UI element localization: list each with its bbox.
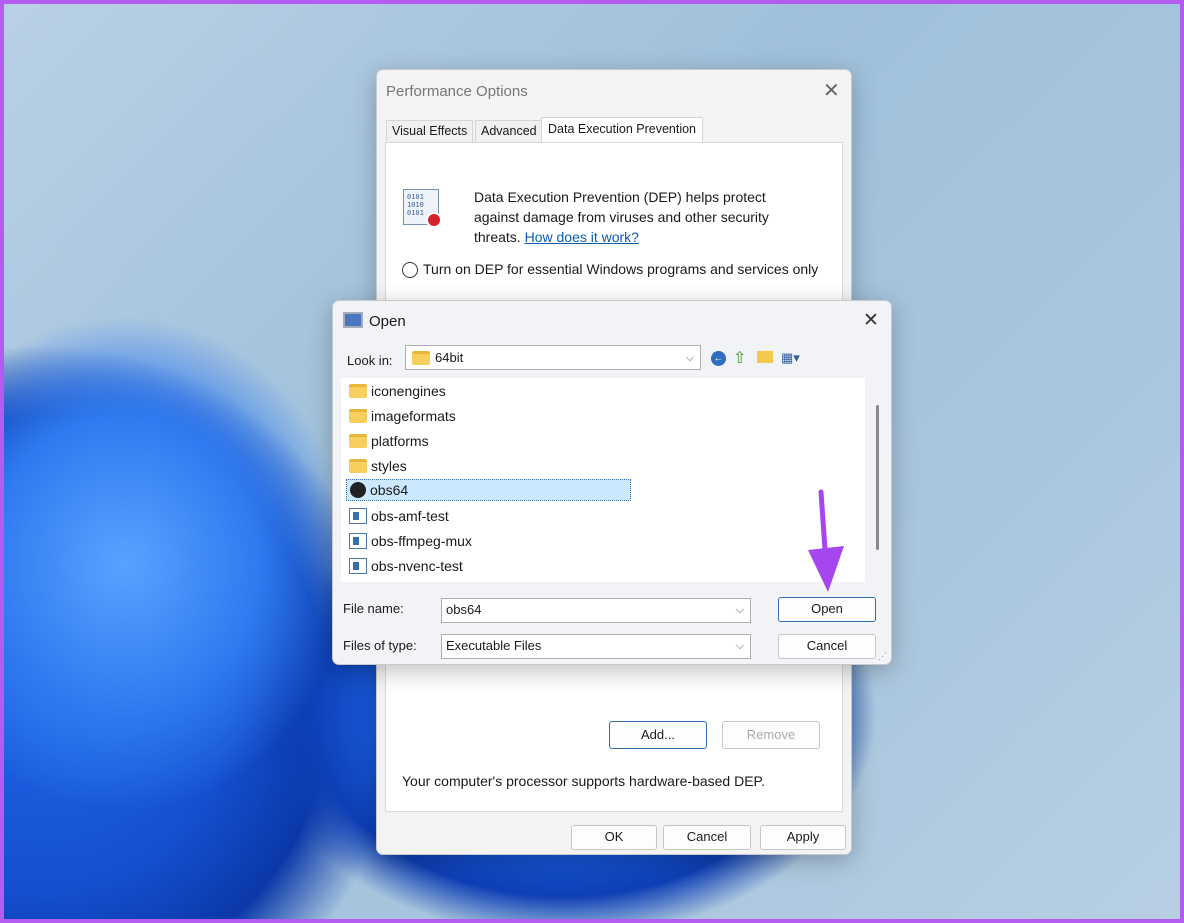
- list-item[interactable]: iconengines: [349, 380, 452, 402]
- list-item-selected[interactable]: obs64: [346, 479, 631, 501]
- dep-description: Data Execution Prevention (DEP) helps pr…: [474, 189, 769, 245]
- folder-icon: [412, 350, 430, 365]
- computer-icon: [343, 312, 363, 328]
- up-folder-icon[interactable]: ⇧: [733, 348, 746, 368]
- look-in-label: Look in:: [347, 353, 393, 368]
- obs-icon: [350, 482, 366, 498]
- chevron-down-icon: ⌵: [685, 352, 694, 364]
- list-item[interactable]: styles: [349, 455, 413, 477]
- back-icon[interactable]: ←: [711, 351, 726, 366]
- window-title: Performance Options: [386, 83, 528, 100]
- list-item[interactable]: obs-nvenc-test: [349, 555, 469, 577]
- look-in-dropdown[interactable]: 64bit ⌵: [405, 345, 701, 370]
- list-item[interactable]: platforms: [349, 430, 435, 452]
- list-item[interactable]: obs-ffmpeg-mux: [349, 530, 478, 552]
- view-menu-icon[interactable]: ▦▾: [781, 350, 800, 366]
- arrow-head: [808, 546, 844, 592]
- cancel-button[interactable]: Cancel: [663, 825, 751, 850]
- chevron-down-icon: ⌵: [735, 640, 744, 652]
- executable-icon: [349, 508, 367, 524]
- folder-icon: [349, 459, 367, 473]
- cancel-button[interactable]: Cancel: [778, 634, 876, 659]
- scrollbar-thumb[interactable]: [876, 405, 879, 550]
- close-icon[interactable]: ✕: [863, 309, 879, 332]
- list-item[interactable]: imageformats: [349, 405, 462, 427]
- executable-icon: [349, 558, 367, 574]
- tab-data-execution-prevention[interactable]: Data Execution Prevention: [541, 117, 704, 143]
- ok-button[interactable]: OK: [571, 825, 657, 850]
- dialog-title: Open: [369, 313, 406, 330]
- chevron-down-icon: ⌵: [735, 604, 744, 616]
- dep-icon: 0101 1010 0101: [403, 189, 442, 228]
- close-icon[interactable]: ✕: [823, 78, 840, 103]
- file-list: iconengines imageformats platforms style…: [341, 378, 865, 582]
- tab-advanced[interactable]: Advanced: [475, 120, 543, 142]
- open-button[interactable]: Open: [778, 597, 876, 622]
- file-type-label: Files of type:: [343, 638, 417, 653]
- open-dialog: Open ✕ Look in: 64bit ⌵ ← ⇧ ▦▾ iconengine…: [332, 300, 892, 665]
- dep-essential-radio[interactable]: [402, 262, 418, 278]
- folder-icon: [349, 409, 367, 423]
- tab-visual-effects[interactable]: Visual Effects: [386, 120, 474, 142]
- folder-icon: [349, 384, 367, 398]
- remove-button[interactable]: Remove: [722, 721, 820, 749]
- folder-icon: [349, 434, 367, 448]
- file-name-label: File name:: [343, 601, 404, 616]
- add-button[interactable]: Add...: [609, 721, 707, 749]
- annotation-arrow: [808, 489, 844, 592]
- list-item[interactable]: obs-amf-test: [349, 505, 455, 527]
- executable-icon: [349, 533, 367, 549]
- file-name-input[interactable]: obs64 ⌵: [441, 598, 751, 623]
- how-does-it-work-link[interactable]: How does it work?: [525, 229, 639, 245]
- file-type-dropdown[interactable]: Executable Files ⌵: [441, 634, 751, 659]
- resize-grip-icon[interactable]: ⋰: [878, 651, 887, 662]
- dep-essential-label[interactable]: Turn on DEP for essential Windows progra…: [423, 259, 823, 279]
- dep-support-text: Your computer's processor supports hardw…: [402, 773, 765, 789]
- new-folder-icon[interactable]: [757, 351, 773, 363]
- apply-button[interactable]: Apply: [760, 825, 846, 850]
